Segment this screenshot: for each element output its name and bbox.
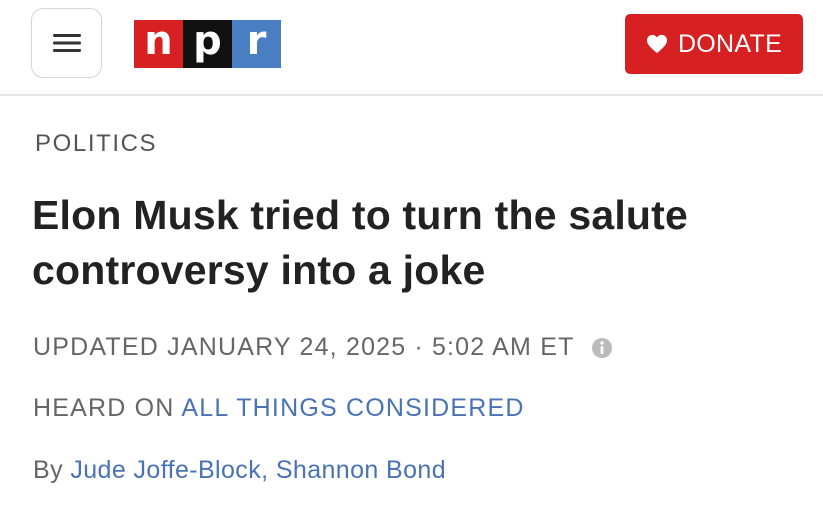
donate-button[interactable]: DONATE [625, 14, 803, 74]
author-link[interactable]: Jude Joffe-Block [70, 456, 261, 484]
logo-letter-r: r [232, 20, 281, 68]
author-separator: , [261, 456, 276, 484]
updated-date: UPDATED JANUARY 24, 2025 [33, 333, 407, 361]
menu-button[interactable] [31, 8, 102, 78]
heard-on-line: HEARD ON ALL THINGS CONSIDERED [33, 394, 525, 423]
donate-label: DONATE [677, 29, 783, 58]
site-header: n p r DONATE [0, 0, 823, 96]
dateline-separator: · [414, 333, 424, 361]
heard-on-label: HEARD ON [33, 394, 175, 422]
info-icon[interactable] [591, 337, 613, 359]
show-link[interactable]: ALL THINGS CONSIDERED [181, 394, 524, 422]
logo-letter-n: n [134, 20, 183, 68]
updated-time: 5:02 AM ET [431, 333, 575, 361]
logo-letter-p: p [183, 20, 232, 68]
hamburger-menu-icon [52, 34, 81, 52]
article-headline: Elon Musk tried to turn the salute contr… [32, 192, 689, 293]
heart-icon [646, 34, 667, 54]
npr-logo[interactable]: n p r [134, 20, 281, 68]
author-link[interactable]: Shannon Bond [276, 456, 446, 484]
byline: By Jude Joffe-Block, Shannon Bond [33, 456, 446, 485]
dateline: UPDATED JANUARY 24, 2025 · 5:02 AM ET [33, 333, 613, 362]
by-label: By [33, 456, 63, 484]
section-label[interactable]: POLITICS [35, 130, 157, 158]
